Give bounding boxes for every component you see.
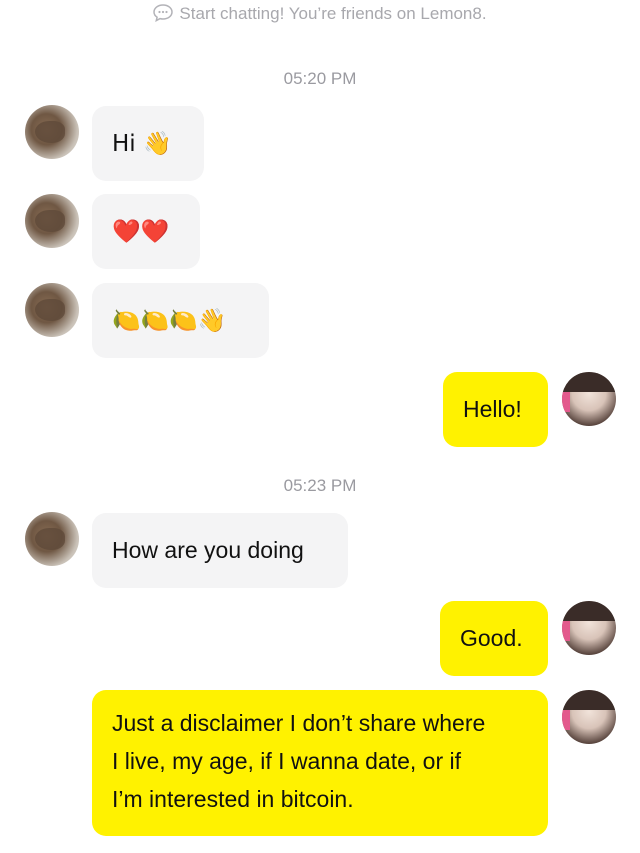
message-bubble[interactable]: Just a disclaimer I don’t share where I …: [92, 690, 548, 836]
message-text: Good.: [460, 625, 523, 651]
message-text: ❤️❤️: [112, 219, 170, 245]
message-bubble[interactable]: Hello!: [443, 372, 548, 447]
chat-thread: Start chatting! You’re friends on Lemon8…: [0, 0, 640, 853]
message-text: Hello!: [463, 396, 522, 422]
chat-bubble-icon: [153, 4, 174, 22]
message-bubble[interactable]: How are you doing: [92, 513, 348, 588]
timestamp: 05:20 PM: [283, 69, 357, 88]
avatar[interactable]: [25, 283, 79, 337]
friends-notice: Start chatting! You’re friends on Lemon8…: [0, 4, 640, 24]
avatar[interactable]: [25, 194, 79, 248]
message-text-line: I’m interested in bitcoin.: [112, 786, 354, 812]
avatar[interactable]: [562, 690, 616, 744]
avatar[interactable]: [25, 512, 79, 566]
message-bubble[interactable]: Hi 👋: [92, 106, 204, 181]
avatar[interactable]: [25, 105, 79, 159]
message-text: 🍋🍋🍋👋: [112, 308, 227, 334]
message-text-line: Just a disclaimer I don’t share where: [112, 710, 486, 736]
friends-notice-text: Start chatting! You’re friends on Lemon8…: [179, 4, 487, 23]
message-bubble[interactable]: 🍋🍋🍋👋: [92, 283, 269, 358]
avatar[interactable]: [562, 601, 616, 655]
message-bubble[interactable]: Good.: [440, 601, 548, 676]
message-text: How are you doing: [112, 537, 304, 563]
avatar[interactable]: [562, 372, 616, 426]
timestamp: 05:23 PM: [283, 476, 357, 495]
message-text-line: I live, my age, if I wanna date, or if: [112, 748, 461, 774]
message-text: Hi 👋: [112, 131, 172, 157]
message-bubble[interactable]: ❤️❤️: [92, 194, 200, 269]
